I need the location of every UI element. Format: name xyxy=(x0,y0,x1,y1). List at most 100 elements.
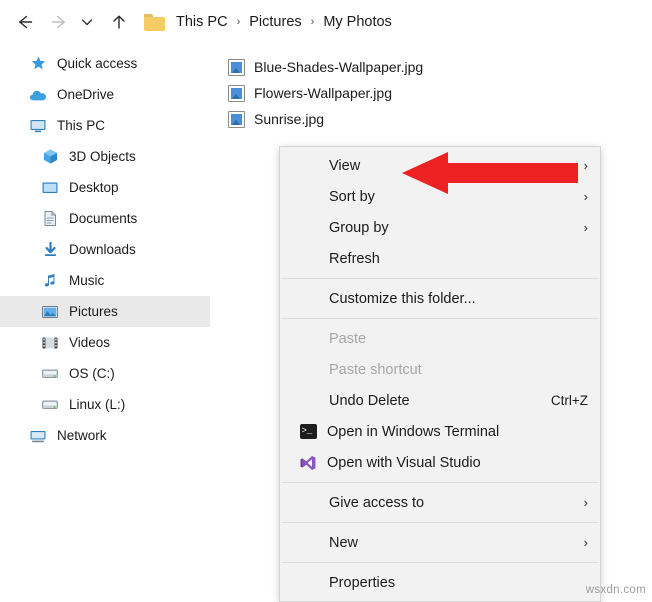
context-menu-item-paste: Paste xyxy=(280,323,600,354)
sidebar-item-label: OS (C:) xyxy=(69,367,115,381)
chevron-right-icon: › xyxy=(576,535,588,550)
sidebar-item-quick-access[interactable]: Quick access xyxy=(0,48,210,79)
breadcrumb[interactable]: This PC › Pictures › My Photos xyxy=(144,7,394,37)
context-menu-label: Give access to xyxy=(329,495,566,511)
sidebar-item-label: Pictures xyxy=(69,305,118,319)
downloads-icon xyxy=(40,241,60,259)
image-file-icon xyxy=(228,111,245,128)
watermark: wsxdn.com xyxy=(586,584,646,596)
context-menu: View › Sort by › Group by › Refresh Cust… xyxy=(279,146,601,602)
arrow-left-icon xyxy=(15,13,35,31)
sidebar-item-label: Quick access xyxy=(57,57,137,71)
context-menu-label: Paste xyxy=(329,331,588,347)
menu-separator xyxy=(281,522,599,523)
navigation-toolbar: This PC › Pictures › My Photos xyxy=(0,0,652,44)
menu-separator xyxy=(281,482,599,483)
sidebar-item-3d-objects[interactable]: 3D Objects xyxy=(0,141,210,172)
sidebar-item-label: Music xyxy=(69,274,104,288)
sidebar-item-label: OneDrive xyxy=(57,88,114,102)
context-menu-item-properties[interactable]: Properties xyxy=(280,567,600,598)
context-menu-label: Open with Visual Studio xyxy=(327,455,588,471)
context-menu-item-give-access-to[interactable]: Give access to › xyxy=(280,487,600,518)
menu-separator xyxy=(281,562,599,563)
breadcrumb-separator: › xyxy=(311,16,315,28)
up-button[interactable] xyxy=(104,7,134,37)
chevron-right-icon: › xyxy=(576,495,588,510)
sidebar-item-desktop[interactable]: Desktop xyxy=(0,172,210,203)
sidebar-item-label: Videos xyxy=(69,336,110,350)
context-menu-label: Sort by xyxy=(329,189,566,205)
sidebar-item-pictures[interactable]: Pictures xyxy=(0,296,210,327)
sidebar-item-downloads[interactable]: Downloads xyxy=(0,234,210,265)
sidebar-item-network[interactable]: Network xyxy=(0,420,210,451)
breadcrumb-item-my-photos[interactable]: My Photos xyxy=(321,14,394,30)
music-note-icon xyxy=(40,272,60,290)
context-menu-item-refresh[interactable]: Refresh xyxy=(280,243,600,274)
drive-icon xyxy=(40,396,60,414)
chevron-right-icon: › xyxy=(576,220,588,235)
forward-button[interactable] xyxy=(44,7,74,37)
sidebar-item-label: Desktop xyxy=(69,181,119,195)
context-menu-label: Open in Windows Terminal xyxy=(327,424,588,440)
desktop-icon xyxy=(40,179,60,197)
recent-locations-button[interactable] xyxy=(76,7,98,37)
sidebar-item-music[interactable]: Music xyxy=(0,265,210,296)
chevron-right-icon: › xyxy=(576,158,588,173)
menu-separator xyxy=(281,318,599,319)
breadcrumb-separator: › xyxy=(237,16,241,28)
context-menu-item-open-with-visual-studio[interactable]: Open with Visual Studio xyxy=(280,447,600,478)
sidebar-item-onedrive[interactable]: OneDrive xyxy=(0,79,210,110)
breadcrumb-item-pictures[interactable]: Pictures xyxy=(247,14,303,30)
arrow-up-icon xyxy=(109,13,129,31)
image-file-icon xyxy=(228,59,245,76)
arrow-right-icon xyxy=(49,13,69,31)
file-name: Blue-Shades-Wallpaper.jpg xyxy=(254,59,423,75)
context-menu-item-view[interactable]: View › xyxy=(280,150,600,181)
image-file-icon xyxy=(228,85,245,102)
navigation-pane: Quick access OneDrive This PC 3D xyxy=(0,48,210,451)
context-menu-item-paste-shortcut: Paste shortcut xyxy=(280,354,600,385)
sidebar-item-documents[interactable]: Documents xyxy=(0,203,210,234)
file-name: Sunrise.jpg xyxy=(254,111,324,127)
context-menu-label: Paste shortcut xyxy=(329,362,588,378)
context-menu-item-customize-this-folder[interactable]: Customize this folder... xyxy=(280,283,600,314)
context-menu-label: View xyxy=(329,158,566,174)
file-list: Blue-Shades-Wallpaper.jpg Flowers-Wallpa… xyxy=(228,54,423,132)
chevron-right-icon: › xyxy=(576,189,588,204)
sidebar-item-this-pc[interactable]: This PC xyxy=(0,110,210,141)
context-menu-label: Group by xyxy=(329,220,566,236)
sidebar-item-os-c[interactable]: OS (C:) xyxy=(0,358,210,389)
sidebar-item-videos[interactable]: Videos xyxy=(0,327,210,358)
context-menu-item-open-in-windows-terminal[interactable]: >_ Open in Windows Terminal xyxy=(280,416,600,447)
context-menu-label: Customize this folder... xyxy=(329,291,588,307)
list-item[interactable]: Flowers-Wallpaper.jpg xyxy=(228,80,423,106)
sidebar-item-label: Documents xyxy=(69,212,137,226)
chevron-down-icon xyxy=(79,14,95,30)
context-menu-label: New xyxy=(329,535,566,551)
context-menu-item-sort-by[interactable]: Sort by › xyxy=(280,181,600,212)
list-item[interactable]: Blue-Shades-Wallpaper.jpg xyxy=(228,54,423,80)
sidebar-item-linux-l[interactable]: Linux (L:) xyxy=(0,389,210,420)
sidebar-item-label: This PC xyxy=(57,119,105,133)
folder-icon xyxy=(144,13,166,31)
back-button[interactable] xyxy=(10,7,40,37)
videos-icon xyxy=(40,334,60,352)
cube-icon xyxy=(40,148,60,166)
context-menu-label: Refresh xyxy=(329,251,588,267)
visual-studio-icon xyxy=(297,454,319,472)
list-item[interactable]: Sunrise.jpg xyxy=(228,106,423,132)
sidebar-item-label: Downloads xyxy=(69,243,136,257)
context-menu-item-undo-delete[interactable]: Undo Delete Ctrl+Z xyxy=(280,385,600,416)
pictures-icon xyxy=(40,303,60,321)
network-icon xyxy=(28,427,48,445)
context-menu-item-group-by[interactable]: Group by › xyxy=(280,212,600,243)
context-menu-label: Properties xyxy=(329,575,588,591)
file-name: Flowers-Wallpaper.jpg xyxy=(254,85,392,101)
context-menu-accelerator: Ctrl+Z xyxy=(551,393,588,408)
menu-separator xyxy=(281,278,599,279)
drive-icon xyxy=(40,365,60,383)
breadcrumb-item-this-pc[interactable]: This PC xyxy=(174,14,230,30)
sidebar-item-label: Linux (L:) xyxy=(69,398,125,412)
context-menu-item-new[interactable]: New › xyxy=(280,527,600,558)
sidebar-item-label: Network xyxy=(57,429,107,443)
